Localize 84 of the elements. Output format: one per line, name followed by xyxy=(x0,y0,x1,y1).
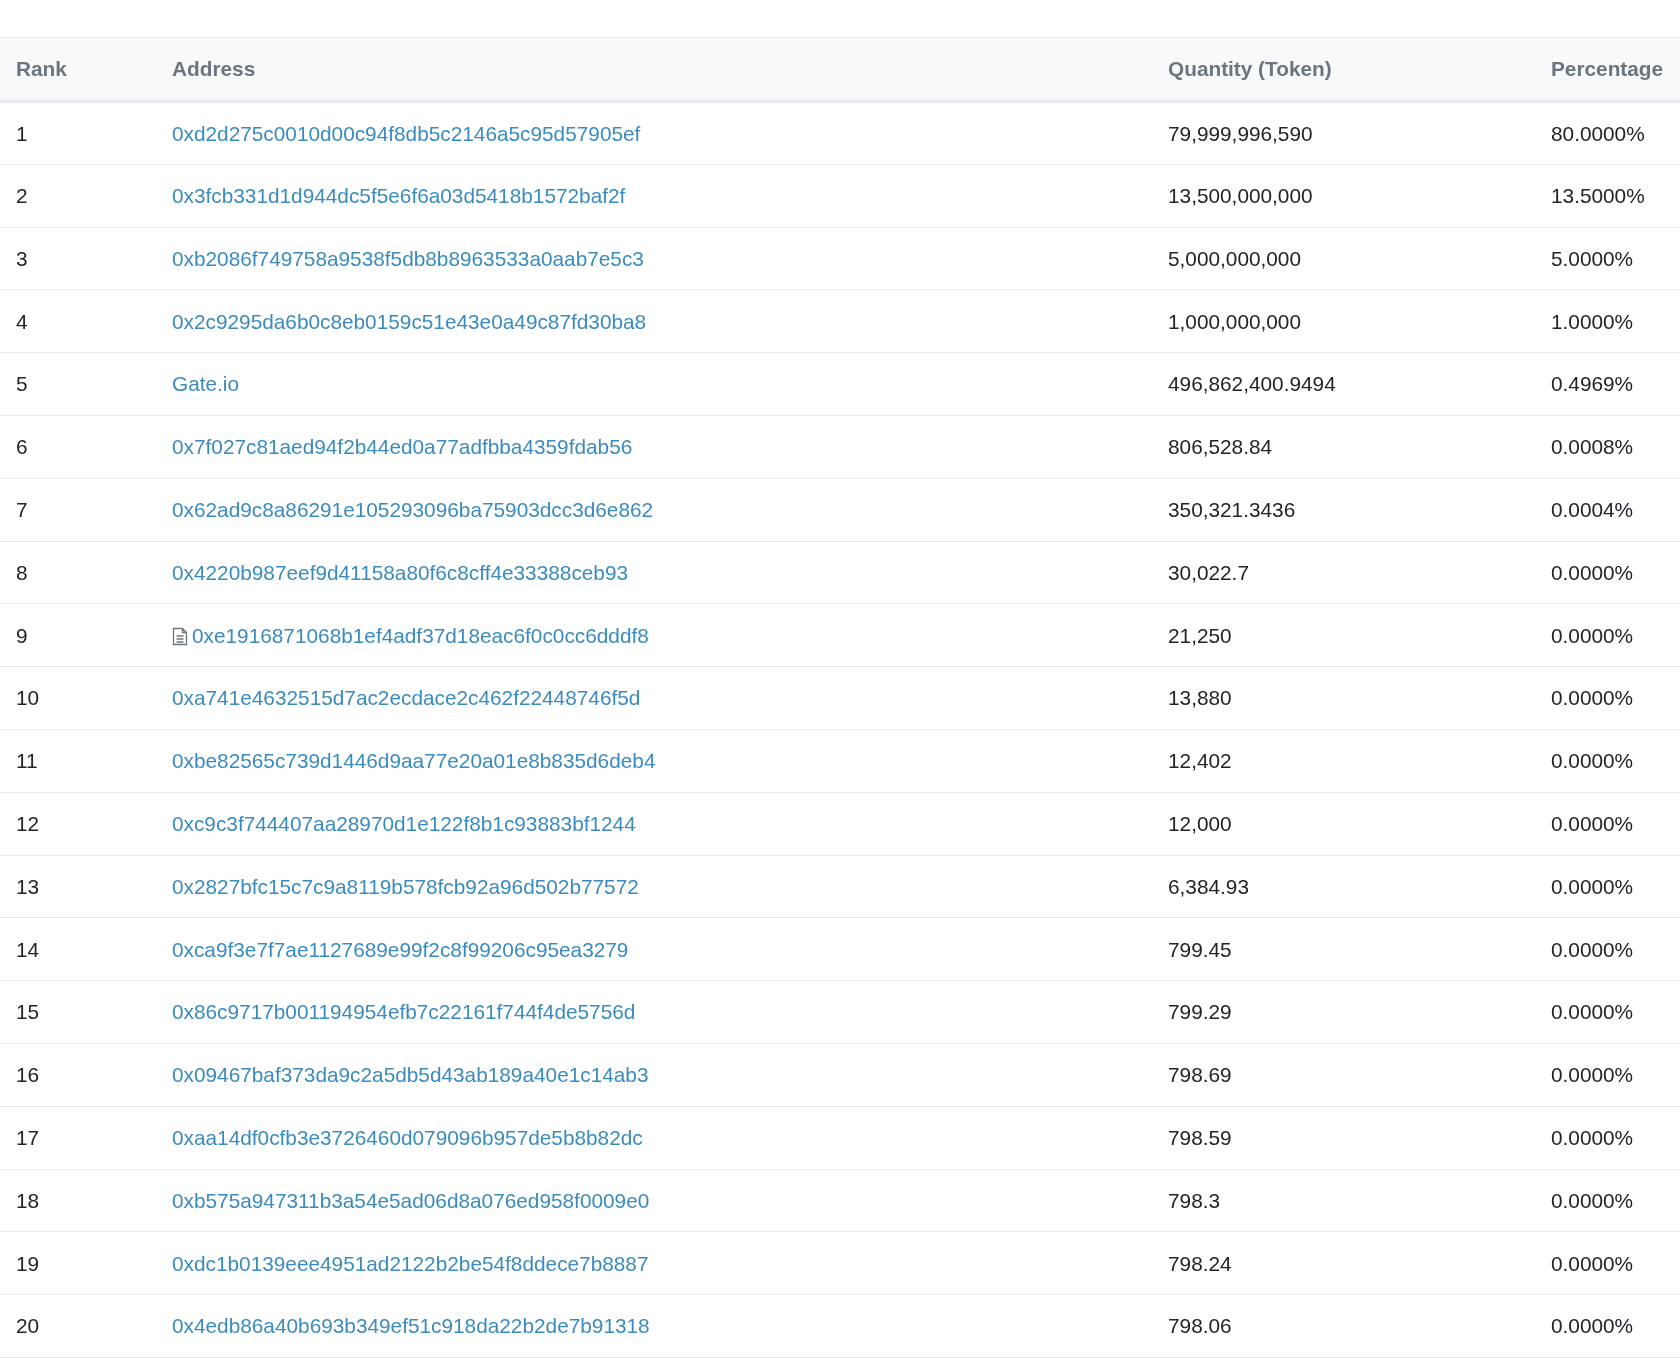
percentage-text: 0.0000% xyxy=(1551,874,1634,898)
rank-text: 12 xyxy=(16,812,40,836)
column-header: Address xyxy=(156,37,1152,102)
percentage-text: 0.0000% xyxy=(1551,749,1634,773)
rank-text: 1 xyxy=(16,121,28,145)
rank-text: 20 xyxy=(16,1314,40,1338)
quantity-text: 350,321.3436 xyxy=(1168,498,1296,522)
column-header: Quantity (Token) xyxy=(1152,37,1535,102)
rank-text: 19 xyxy=(16,1251,40,1275)
column-header: Percentage xyxy=(1535,37,1680,102)
address-link[interactable]: 0x62ad9c8a86291e105293096ba75903dcc3d6e862 xyxy=(172,498,654,522)
address-link[interactable]: 0xb2086f749758a9538f5db8b8963533a0aab7e5c3 xyxy=(172,246,644,270)
address-link[interactable]: 0xdc1b0139eee4951ad2122b2be54f8ddece7b8887 xyxy=(172,1251,649,1275)
address-link[interactable]: Gate.io xyxy=(172,372,240,396)
percentage-text: 80.0000% xyxy=(1551,121,1645,145)
rank-text: 17 xyxy=(16,1126,40,1150)
address-link[interactable]: 0x86c9717b001194954efb7c22161f744f4de5756d xyxy=(172,1000,636,1024)
address-link[interactable]: 0x3fcb331d1d944dc5f5e6f6a03d5418b1572baf2f xyxy=(172,184,626,208)
quantity-text: 6,384.93 xyxy=(1168,874,1249,898)
percentage-text: 0.0000% xyxy=(1551,1188,1634,1212)
percentage-text: 0.0000% xyxy=(1551,1063,1634,1087)
quantity-text: 798.59 xyxy=(1168,1126,1232,1150)
rank-text: 16 xyxy=(16,1063,40,1087)
rank-text: 3 xyxy=(16,246,28,270)
address-link[interactable]: 0xbe82565c739d1446d9aa77e20a01e8b835d6deb4 xyxy=(172,749,656,773)
address-link[interactable]: 0xb575a947311b3a54e5ad06d8a076ed958f0009e0 xyxy=(172,1188,650,1212)
percentage-text: 0.0000% xyxy=(1551,812,1634,836)
address-link[interactable]: 0xe1916871068b1ef4adf37d18eac6f0c0cc6dddf8 xyxy=(192,623,649,647)
percentage-text: 0.4969% xyxy=(1551,372,1634,396)
address-link[interactable]: 0x4edb86a40b693b349ef51c918da22b2de7b91318 xyxy=(172,1314,650,1338)
quantity-text: 79,999,996,590 xyxy=(1168,121,1313,145)
quantity-text: 13,880 xyxy=(1168,686,1232,710)
percentage-text: 0.0000% xyxy=(1551,560,1634,584)
quantity-text: 12,000 xyxy=(1168,812,1232,836)
rank-text: 8 xyxy=(16,560,28,584)
address-link[interactable]: 0x4220b987eef9d41158a80f6c8cff4e33388ceb93 xyxy=(172,560,629,584)
percentage-text: 0.0004% xyxy=(1551,498,1634,522)
rank-text: 4 xyxy=(16,309,28,333)
address-link[interactable]: 0x2827bfc15c7c9a8119b578fcb92a96d502b77572 xyxy=(172,874,639,898)
rank-text: 13 xyxy=(16,874,40,898)
quantity-text: 13,500,000,000 xyxy=(1168,184,1313,208)
quantity-text: 806,528.84 xyxy=(1168,435,1273,459)
address-link[interactable]: 0xaa14df0cfb3e3726460d079096b957de5b8b82dc xyxy=(172,1126,643,1150)
quantity-text: 12,402 xyxy=(1168,749,1232,773)
rank-text: 18 xyxy=(16,1188,40,1212)
address-link[interactable]: 0x7f027c81aed94f2b44ed0a77adfbba4359fdab56 xyxy=(172,435,633,459)
quantity-text: 1,000,000,000 xyxy=(1168,309,1301,333)
percentage-text: 0.0000% xyxy=(1551,937,1634,961)
rank-text: 9 xyxy=(16,623,28,647)
percentage-text: 0.0000% xyxy=(1551,1126,1634,1150)
rank-text: 14 xyxy=(16,937,40,961)
rank-text: 5 xyxy=(16,372,28,396)
percentage-text: 1.0000% xyxy=(1551,309,1634,333)
address-link[interactable]: 0x09467baf373da9c2a5db5d43ab189a40e1c14ab3 xyxy=(172,1063,649,1087)
address-link[interactable]: 0xd2d275c0010d00c94f8db5c2146a5c95d57905ef xyxy=(172,121,641,145)
rank-text: 15 xyxy=(16,1000,40,1024)
percentage-text: 13.5000% xyxy=(1551,184,1645,208)
quantity-text: 798.69 xyxy=(1168,1063,1232,1087)
quantity-text: 30,022.7 xyxy=(1168,560,1249,584)
rank-text: 7 xyxy=(16,498,28,522)
rank-text: 10 xyxy=(16,686,40,710)
percentage-text: 0.0000% xyxy=(1551,623,1634,647)
address-link[interactable]: 0xc9c3f744407aa28970d1e122f8b1c93883bf1244 xyxy=(172,812,636,836)
rank-text: 11 xyxy=(16,749,38,773)
rank-text: 6 xyxy=(16,435,28,459)
percentage-text: 5.0000% xyxy=(1551,246,1634,270)
quantity-text: 21,250 xyxy=(1168,623,1232,647)
address-link[interactable]: 0xa741e4632515d7ac2ecdace2c462f22448746f5d xyxy=(172,686,641,710)
quantity-text: 798.3 xyxy=(1168,1188,1221,1212)
column-header: Rank xyxy=(0,37,156,102)
quantity-text: 798.06 xyxy=(1168,1314,1232,1338)
percentage-text: 0.0008% xyxy=(1551,435,1634,459)
percentage-text: 0.0000% xyxy=(1551,1314,1634,1338)
percentage-text: 0.0000% xyxy=(1551,686,1634,710)
quantity-text: 5,000,000,000 xyxy=(1168,246,1301,270)
quantity-text: 799.29 xyxy=(1168,1000,1232,1024)
quantity-text: 496,862,400.9494 xyxy=(1168,372,1336,396)
address-link[interactable]: 0x2c9295da6b0c8eb0159c51e43e0a49c87fd30ba8 xyxy=(172,309,647,333)
percentage-text: 0.0000% xyxy=(1551,1000,1634,1024)
rank-text: 2 xyxy=(16,184,28,208)
address-link[interactable]: 0xca9f3e7f7ae1127689e99f2c8f99206c95ea3279 xyxy=(172,937,629,961)
percentage-text: 0.0000% xyxy=(1551,1251,1634,1275)
quantity-text: 799.45 xyxy=(1168,937,1232,961)
quantity-text: 798.24 xyxy=(1168,1251,1232,1275)
